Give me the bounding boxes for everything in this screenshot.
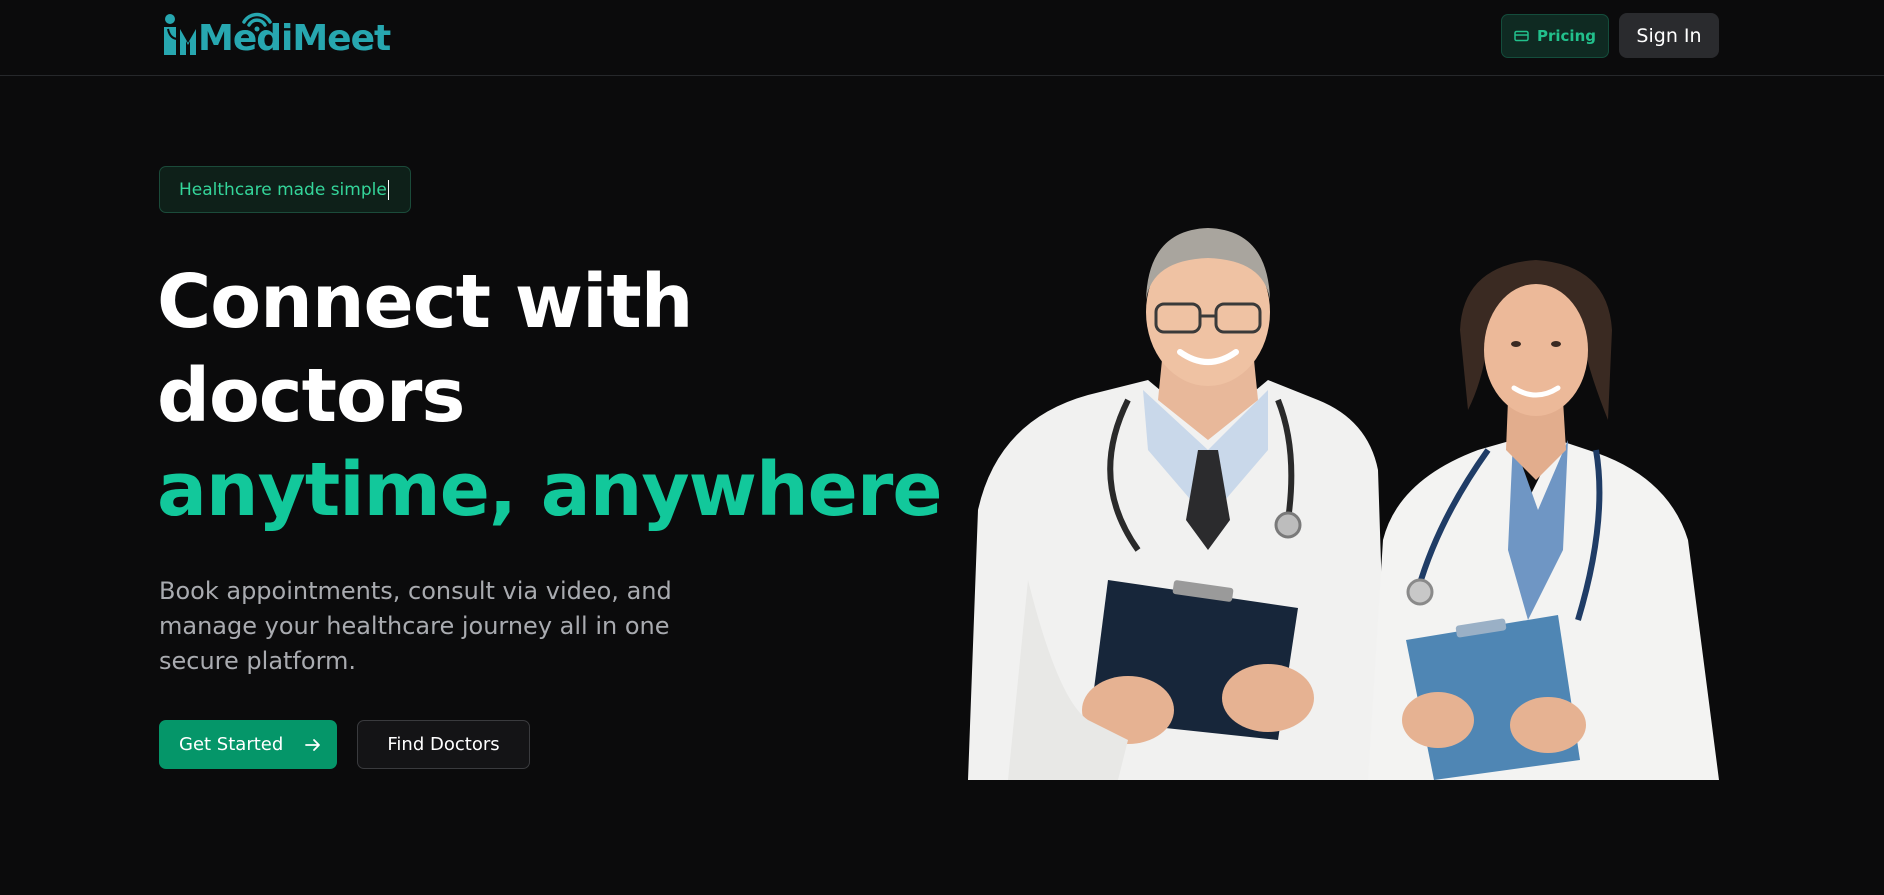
headline-line-1: Connect with — [157, 259, 693, 345]
find-doctors-button[interactable]: Find Doctors — [357, 720, 530, 769]
logo-text: MediMeet — [198, 17, 391, 59]
pricing-label: Pricing — [1537, 27, 1596, 45]
sign-in-button[interactable]: Sign In — [1619, 13, 1719, 58]
male-doctor-figure — [968, 228, 1388, 780]
sign-in-label: Sign In — [1636, 24, 1702, 47]
tagline-text: Healthcare made simple — [179, 179, 387, 200]
headline-accent: anytime, anywhere — [157, 447, 943, 533]
pricing-button[interactable]: Pricing — [1501, 14, 1609, 58]
get-started-label: Get Started — [179, 734, 284, 755]
logo-icon — [164, 14, 196, 55]
wifi-signal-icon — [242, 12, 272, 32]
hero-description: Book appointments, consult via video, an… — [159, 577, 672, 675]
arrow-right-icon — [305, 738, 321, 751]
credit-card-icon — [1514, 30, 1529, 42]
find-doctors-label: Find Doctors — [387, 734, 500, 755]
headline-line-2: doctors — [157, 353, 465, 439]
doctors-image — [968, 228, 1719, 780]
tagline-badge: Healthcare made simple — [159, 166, 411, 213]
text-cursor — [387, 179, 389, 200]
site-header: MediMeet Pricing Sign In — [0, 0, 1884, 76]
logo[interactable]: MediMeet — [160, 10, 391, 60]
hero-headline: Connect with doctors anytime, anywhere — [157, 255, 943, 537]
get-started-button[interactable]: Get Started — [159, 720, 337, 769]
female-doctor-figure — [1368, 260, 1719, 780]
